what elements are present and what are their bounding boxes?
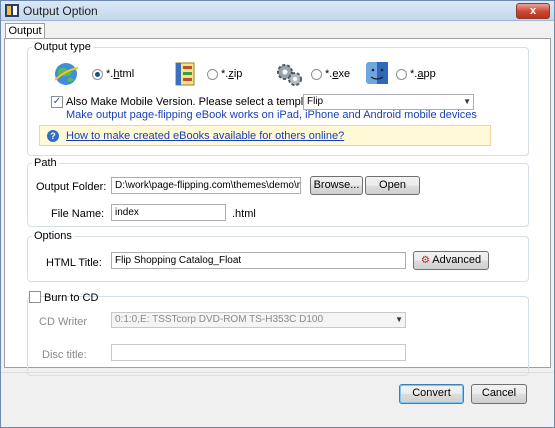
format-html-label[interactable]: *.html	[106, 68, 134, 80]
burn-cd-label[interactable]: Burn to CD	[44, 292, 98, 304]
options-legend: Options	[32, 230, 74, 242]
advanced-label: Advanced	[432, 254, 482, 266]
gears-exe-icon	[277, 64, 302, 86]
format-exe-label[interactable]: *.exe	[325, 68, 350, 80]
mobile-template-select[interactable]: Flip ▼	[303, 94, 474, 110]
tab-output[interactable]: Output	[5, 23, 45, 39]
file-name-input[interactable]: index	[111, 204, 226, 221]
cancel-button[interactable]: Cancel	[471, 384, 527, 404]
app-icon	[5, 4, 19, 17]
html-title-input[interactable]: Flip Shopping Catalog_Float	[111, 252, 406, 269]
disc-title-label: Disc title:	[42, 349, 87, 361]
mac-finder-icon	[366, 62, 388, 84]
chevron-down-icon: ▼	[395, 315, 403, 324]
format-zip-label[interactable]: *.zip	[221, 68, 242, 80]
help-infobar: ? How to make created eBooks available f…	[39, 125, 491, 146]
output-folder-label: Output Folder:	[36, 181, 107, 193]
file-extension-label: .html	[232, 208, 256, 220]
html-title-label: HTML Title:	[46, 257, 102, 269]
format-exe-radio[interactable]	[311, 69, 322, 80]
title-bar: Output Option x	[1, 1, 554, 21]
mobile-note: Make output page-flipping eBook works on…	[66, 109, 477, 121]
burn-cd-group	[27, 296, 529, 376]
help-question-icon: ?	[47, 130, 59, 142]
format-zip-radio[interactable]	[207, 69, 218, 80]
open-button[interactable]: Open	[365, 176, 420, 195]
format-app-radio[interactable]	[396, 69, 407, 80]
globe-html-icon	[54, 63, 79, 85]
output-option-dialog: Output Option x Output Output type *.htm…	[0, 0, 555, 428]
browse-button[interactable]: Browse...	[310, 176, 363, 195]
tab-panel-output: Output type *.html *.zip *.exe *.app ✓ A…	[4, 38, 551, 376]
close-button[interactable]: x	[516, 3, 550, 19]
advanced-button[interactable]: ⚙ Advanced	[413, 251, 489, 270]
help-link[interactable]: How to make created eBooks available for…	[66, 130, 344, 142]
format-app-label[interactable]: *.app	[410, 68, 436, 80]
cd-writer-value: 0:1:0,E: TSSTcorp DVD-ROM TS-H353C D100	[115, 314, 324, 325]
zip-archive-icon	[175, 62, 195, 86]
file-name-label: File Name:	[51, 208, 105, 220]
mobile-template-value: Flip	[307, 96, 324, 107]
format-html-radio[interactable]	[92, 69, 103, 80]
burn-cd-checkbox[interactable]	[29, 291, 41, 303]
cd-writer-select[interactable]: 0:1:0,E: TSSTcorp DVD-ROM TS-H353C D100 …	[111, 312, 406, 328]
chevron-down-icon: ▼	[463, 97, 471, 106]
disc-title-input[interactable]	[111, 344, 406, 361]
convert-button[interactable]: Convert	[399, 384, 464, 404]
advanced-settings-icon: ⚙	[420, 255, 430, 266]
path-legend: Path	[32, 157, 59, 169]
footer-divider	[1, 372, 554, 373]
window-title: Output Option	[23, 4, 98, 18]
mobile-version-checkbox[interactable]: ✓	[51, 96, 63, 108]
output-folder-input[interactable]: D:\work\page-flipping.com\themes\demo\ra…	[111, 177, 301, 194]
output-type-legend: Output type	[32, 41, 93, 53]
cd-writer-label: CD Writer	[39, 316, 88, 328]
